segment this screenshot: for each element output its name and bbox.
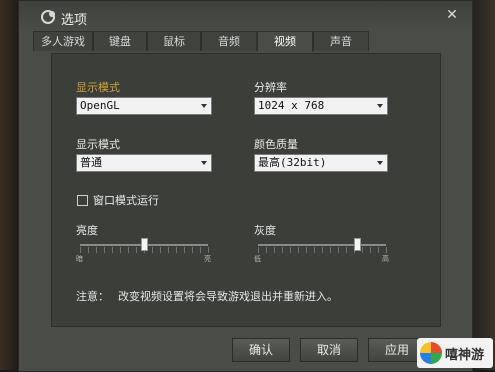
tab-mouse[interactable]: 鼠标 (147, 31, 201, 51)
slider-tick (136, 247, 137, 253)
tab-video[interactable]: 视频 (257, 31, 313, 52)
background-right (471, 0, 495, 370)
chevron-down-icon (377, 104, 383, 108)
slider-tick (386, 247, 387, 253)
close-icon[interactable]: ✕ (444, 7, 460, 23)
slider-tick (112, 247, 113, 253)
slider-tick (176, 247, 177, 253)
background-left (0, 0, 18, 370)
slider-tick (314, 247, 315, 253)
tab-audio[interactable]: 音频 (201, 31, 257, 51)
slider-tick (330, 247, 331, 253)
slider-tick (290, 247, 291, 253)
slider-tick (200, 247, 201, 253)
slider-tick (88, 247, 89, 253)
resolution-value: 1024 x 768 (258, 99, 325, 112)
display-mode-label: 显示模式 (76, 81, 120, 94)
slider-tick (266, 247, 267, 253)
slider-tick (120, 247, 121, 253)
ok-button[interactable]: 确认 (232, 338, 290, 362)
chevron-down-icon (201, 161, 207, 165)
brightness-label: 亮度 (76, 224, 98, 237)
slider-tick (258, 247, 259, 253)
windowed-label: 窗口模式运行 (93, 194, 159, 207)
tab-sound[interactable]: 声音 (313, 31, 369, 51)
slider-tick (282, 247, 283, 253)
brightness-slider-thumb[interactable] (141, 238, 148, 251)
dialog-title: 选项 (61, 13, 88, 28)
title-bar: 选项 ✕ (19, 1, 472, 31)
watermark-text: 嘻神游 (445, 348, 485, 363)
slider-tick (208, 247, 209, 253)
display-mode-2-label: 显示模式 (76, 138, 120, 151)
gamma-min-label: 低 (254, 255, 261, 263)
slider-tick (362, 247, 363, 253)
slider-tick (346, 247, 347, 253)
resolution-dropdown[interactable]: 1024 x 768 (254, 97, 388, 115)
windowed-checkbox[interactable] (77, 195, 88, 206)
slider-tick (80, 247, 81, 253)
slider-tick (128, 247, 129, 253)
display-mode-2-dropdown[interactable]: 普通 (76, 154, 212, 172)
slider-tick (338, 247, 339, 253)
gamma-label: 灰度 (254, 224, 276, 237)
color-quality-dropdown[interactable]: 最高(32bit) (254, 154, 388, 172)
slider-tick (298, 247, 299, 253)
slider-tick (168, 247, 169, 253)
note-text: 改变视频设置将会导致游戏退出并重新进入。 (118, 290, 338, 303)
gamma-slider-thumb[interactable] (354, 238, 361, 251)
slider-tick (274, 247, 275, 253)
display-mode-dropdown[interactable]: OpenGL (76, 97, 212, 115)
slider-tick (184, 247, 185, 253)
resolution-label: 分辨率 (254, 81, 287, 94)
steam-logo-icon (41, 10, 55, 24)
color-quality-label: 颜色质量 (254, 138, 298, 151)
options-dialog: 选项 ✕ 多人游戏 键盘 鼠标 音频 视频 声音 显示模式 OpenGL 分辨率… (18, 0, 473, 372)
slider-tick (306, 247, 307, 253)
chevron-down-icon (377, 161, 383, 165)
watermark-logo: 嘻神游 (417, 338, 493, 368)
watermark-ball-icon (420, 342, 442, 364)
slider-tick (192, 247, 193, 253)
tab-keyboard[interactable]: 键盘 (93, 31, 147, 51)
tab-multiplayer[interactable]: 多人游戏 (33, 31, 93, 51)
color-quality-value: 最高(32bit) (258, 156, 327, 169)
display-mode-2-value: 普通 (80, 156, 102, 169)
video-settings-panel: 显示模式 OpenGL 分辨率 1024 x 768 显示模式 普通 颜色质量 … (51, 53, 441, 327)
brightness-min-label: 暗 (76, 255, 83, 263)
gamma-max-label: 高 (382, 255, 389, 263)
slider-tick (160, 247, 161, 253)
gamma-slider-track[interactable] (258, 244, 386, 246)
slider-tick (322, 247, 323, 253)
slider-tick (152, 247, 153, 253)
note-prefix: 注意： (76, 290, 109, 303)
slider-tick (96, 247, 97, 253)
slider-tick (370, 247, 371, 253)
brightness-max-label: 亮 (204, 255, 211, 263)
slider-tick (378, 247, 379, 253)
chevron-down-icon (201, 104, 207, 108)
cancel-button[interactable]: 取消 (300, 338, 358, 362)
display-mode-value: OpenGL (80, 99, 120, 112)
slider-tick (104, 247, 105, 253)
